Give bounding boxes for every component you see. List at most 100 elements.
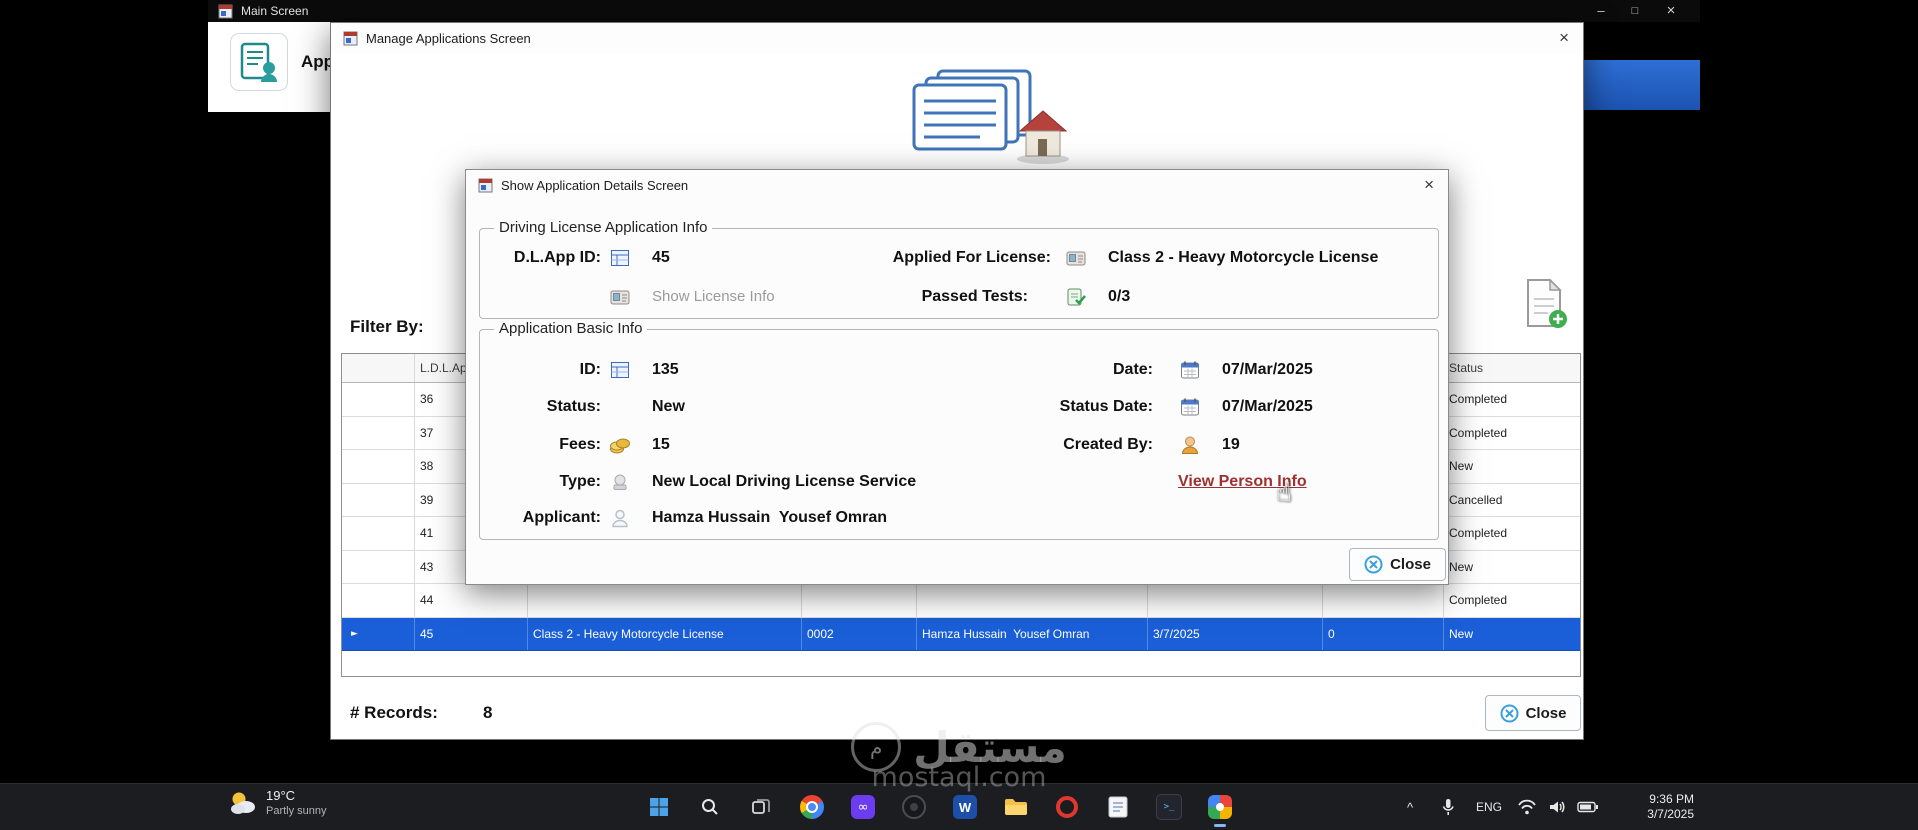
applications-icon[interactable] (230, 33, 288, 91)
start-button[interactable] (646, 794, 672, 820)
applicant-value: Hamza Hussain Yousef Omran (652, 509, 888, 526)
weather-widget[interactable]: 19°C Partly sunny (228, 788, 327, 818)
grid-row-selected[interactable]: ► 45 Class 2 - Heavy Motorcycle License … (342, 617, 1580, 651)
documents-stack-icon (912, 69, 1069, 164)
search-icon[interactable] (697, 794, 723, 820)
tests-icon (1065, 286, 1087, 308)
chrome-icon[interactable] (799, 794, 825, 820)
form-grid-icon (609, 359, 631, 381)
current-row-marker-icon: ► (351, 628, 358, 639)
date-value: 07/Mar/2025 (1222, 361, 1313, 378)
add-record-icon[interactable] (1524, 278, 1570, 330)
passed-tests-value: 0/3 (1108, 288, 1131, 305)
battery-icon[interactable] (1574, 784, 1602, 830)
tray-chevron-icon[interactable]: ^ (1398, 784, 1422, 830)
task-view-icon[interactable] (748, 794, 774, 820)
close-button-label: Close (1525, 704, 1567, 722)
status-date-value: 07/Mar/2025 (1222, 398, 1313, 415)
close-circle-icon (1500, 704, 1519, 722)
close-circle-icon (1364, 555, 1383, 574)
document-person-icon (240, 42, 277, 82)
weather-temp: 19°C (266, 788, 296, 803)
minimize-button[interactable]: – (1586, 0, 1616, 22)
close-button[interactable]: × (1656, 0, 1686, 22)
calendar-icon (1179, 359, 1201, 381)
main-window-icon (218, 4, 233, 18)
type-value: New Local Driving License Service (652, 473, 917, 490)
details-window-icon (478, 178, 493, 192)
grid-header-status[interactable]: Status (1444, 354, 1580, 382)
cell-code: 0002 (802, 617, 917, 650)
main-window-header-band: Applications (208, 22, 331, 112)
purple-app-icon[interactable]: ∞ (850, 794, 876, 820)
cell-id: 44 (415, 584, 528, 617)
license-card-icon (1065, 247, 1087, 269)
manage-window-title: Manage Applications Screen (366, 30, 531, 46)
details-close-icon[interactable]: × (1424, 174, 1434, 196)
status-date-label: Status Date: (1059, 398, 1153, 415)
dl-app-id-label: D.L.App ID: (513, 249, 601, 266)
cell-date: 3/7/2025 (1148, 617, 1323, 650)
license-info-icon (609, 286, 631, 308)
manage-titlebar: Manage Applications Screen × (331, 23, 1583, 53)
cell-id: 45 (415, 617, 528, 650)
microphone-icon[interactable] (1436, 784, 1460, 830)
word-icon[interactable]: W (952, 794, 978, 820)
maximize-button[interactable]: □ (1620, 0, 1650, 22)
date-label: Date: (1112, 361, 1153, 378)
file-explorer-icon[interactable] (1003, 794, 1029, 820)
person-icon (1179, 434, 1201, 456)
applicant-label: Applicant: (522, 509, 601, 526)
manage-close-button[interactable]: Close (1485, 695, 1581, 731)
main-window-titlebar: Main Screen – □ × (208, 0, 1700, 22)
dark-terminal-app-icon[interactable]: >_ (1156, 794, 1182, 820)
dl-app-id-value: 45 (652, 249, 670, 266)
created-by-value: 19 (1222, 436, 1240, 453)
close-button-label: Close (1390, 556, 1431, 573)
wifi-icon[interactable] (1514, 784, 1540, 830)
money-icon (609, 434, 631, 456)
taskbar-app-icons: ∞ W >_ (646, 784, 1233, 830)
id-label: ID: (579, 361, 601, 378)
details-titlebar: Show Application Details Screen × (466, 170, 1448, 200)
cell-status: New (1449, 626, 1474, 641)
id-value: 135 (652, 361, 679, 378)
calendar-icon (1179, 396, 1201, 418)
filter-by-label: Filter By: (350, 317, 424, 336)
grid-header-selector (342, 354, 415, 382)
cell-status: Completed (1449, 526, 1508, 541)
show-license-info-label: Show License Info (652, 288, 775, 305)
clock-widget[interactable]: 9:36 PM 3/7/2025 (1612, 784, 1694, 830)
form-grid-icon (609, 247, 631, 269)
details-window-title: Show Application Details Screen (501, 177, 689, 193)
manage-close-icon[interactable]: × (1559, 27, 1569, 49)
desktop: Main Screen – □ × Applications Mana (0, 0, 1918, 830)
cell-status: New (1449, 559, 1474, 574)
cell-status: Completed (1449, 593, 1508, 608)
status-value: New (652, 398, 685, 415)
red-ring-app-icon[interactable] (1054, 794, 1080, 820)
fees-label: Fees: (559, 436, 601, 453)
application-details-dialog: Show Application Details Screen × Drivin… (465, 169, 1449, 585)
records-count-label: # Records: (350, 703, 438, 722)
weather-icon (231, 792, 255, 814)
license-group-label: Driving License Application Info (494, 219, 713, 236)
photos-app-icon[interactable] (1207, 794, 1233, 827)
main-window-title: Main Screen (241, 4, 309, 18)
applicant-icon (609, 507, 631, 529)
dark-circle-app-icon[interactable] (901, 794, 927, 820)
cell-license: Class 2 - Heavy Motorcycle License (528, 617, 802, 650)
details-close-button[interactable]: Close (1349, 548, 1446, 581)
service-type-icon (609, 471, 631, 493)
active-app-indicator (1214, 824, 1226, 827)
basic-group-label: Application Basic Info (494, 320, 648, 337)
taskbar: 19°C Partly sunny ∞ W >_ ^ ENG 9:36 PM 3… (0, 783, 1918, 830)
status-label: Status: (546, 398, 601, 415)
notepad-icon[interactable] (1105, 794, 1131, 820)
cell-status: Completed (1449, 425, 1508, 440)
grid-row[interactable]: 44 Completed (342, 584, 1580, 618)
type-label: Type: (559, 473, 601, 490)
volume-icon[interactable] (1545, 784, 1569, 830)
passed-tests-label: Passed Tests: (921, 288, 1028, 305)
language-indicator[interactable]: ENG (1472, 784, 1506, 830)
